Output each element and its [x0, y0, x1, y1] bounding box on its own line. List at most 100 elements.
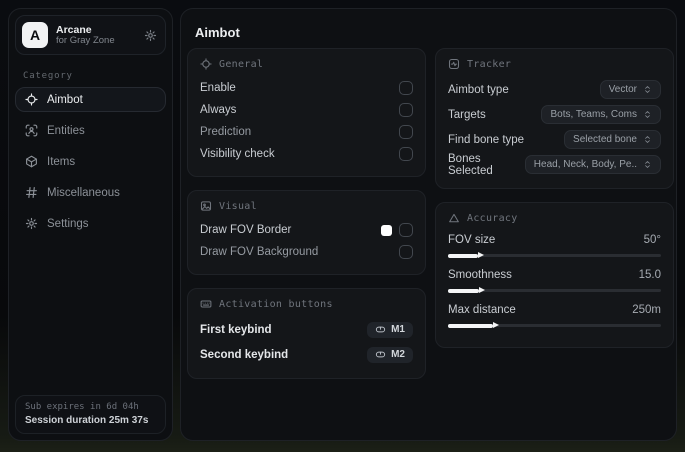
slider-fill [448, 287, 485, 293]
session-duration-text: Session duration 25m 37s [25, 415, 149, 426]
sub-expiry-text: Sub expires in 6d 04h [25, 402, 139, 412]
second-keybind-button[interactable]: M2 [367, 346, 413, 363]
dropdown-row: Targets Bots, Teams, Coms [448, 102, 661, 127]
setting-row: Draw FOV Background [200, 241, 413, 263]
brand-name: Arcane [56, 23, 92, 36]
setting-row: Prediction [200, 121, 413, 143]
enable-checkbox[interactable] [399, 81, 413, 95]
slider-label: Max distance [448, 304, 516, 316]
draw-fov-background-checkbox[interactable] [399, 245, 413, 259]
slider-label: Smoothness [448, 269, 512, 281]
sidebar-item-label: Miscellaneous [47, 186, 120, 199]
sidebar-item-label: Entities [47, 124, 85, 137]
gear-icon [25, 217, 38, 230]
section-title: Activation buttons [219, 298, 333, 310]
activation-buttons-card: Activation buttons First keybind M1 Seco… [187, 288, 426, 379]
section-title: Visual [219, 200, 257, 212]
screen: A Arcane for Gray Zone Category Aimbot E… [0, 0, 685, 452]
slider-label: FOV size [448, 234, 496, 246]
setting-label: Prediction [200, 126, 252, 138]
content-columns: General Enable Always Prediction Visibil… [187, 48, 674, 392]
slider-thumb[interactable] [478, 287, 485, 293]
brand-text: Arcane for Gray Zone [56, 24, 136, 47]
right-column: Tracker Aimbot type Vector Targets Bots,… [435, 48, 674, 392]
targets-select[interactable]: Bots, Teams, Coms [541, 105, 661, 124]
visibility-check-checkbox[interactable] [399, 147, 413, 161]
always-checkbox[interactable] [399, 103, 413, 117]
keyboard-icon [200, 298, 212, 310]
mouse-icon [375, 324, 386, 335]
aimbot-type-select[interactable]: Vector [599, 80, 661, 99]
triangle-icon [448, 212, 460, 224]
entities-scan-icon [25, 124, 38, 137]
setting-row: Draw FOV Border [200, 219, 413, 241]
cube-icon [25, 155, 38, 168]
setting-label: Enable [200, 82, 236, 94]
setting-label: Draw FOV Border [200, 224, 292, 236]
first-keybind-button[interactable]: M1 [367, 321, 413, 338]
dropdown-label: Targets [448, 108, 486, 121]
chevron-up-down-icon [643, 110, 652, 119]
slider-value: 250m [632, 304, 661, 316]
activity-icon [448, 58, 460, 70]
slider-thumb[interactable] [492, 322, 499, 328]
tracker-card: Tracker Aimbot type Vector Targets Bots,… [435, 48, 674, 189]
prediction-checkbox[interactable] [399, 125, 413, 139]
dropdown-row: Bones Selected Head, Neck, Body, Pe.. [448, 152, 661, 177]
keybind-row: Second keybind M2 [200, 342, 413, 367]
sidebar-item-miscellaneous[interactable]: Miscellaneous [15, 180, 166, 205]
gear-icon[interactable] [144, 29, 157, 42]
left-column: General Enable Always Prediction Visibil… [187, 48, 426, 392]
slider-row: Max distance 250m [448, 301, 661, 328]
general-card: General Enable Always Prediction Visibil… [187, 48, 426, 177]
general-header: General [200, 58, 413, 70]
select-value: Vector [608, 84, 637, 95]
sidebar-item-label: Items [47, 155, 76, 168]
setting-label: Draw FOV Background [200, 246, 319, 258]
crosshair-icon [200, 58, 212, 70]
dropdown-label: Bones Selected [448, 152, 493, 177]
keybind-value: M2 [391, 349, 405, 360]
sidebar-nav: Aimbot Entities Items Miscellaneous Sett… [9, 87, 172, 236]
sidebar-item-items[interactable]: Items [15, 149, 166, 174]
brand-logo: A [22, 22, 48, 48]
setting-row: Enable [200, 77, 413, 99]
find-bone-type-select[interactable]: Selected bone [564, 130, 661, 149]
chevron-up-down-icon [643, 85, 652, 94]
fov-size-slider[interactable] [448, 252, 661, 258]
section-title: Tracker [467, 58, 512, 70]
subscription-info-card: Sub expires in 6d 04h Session duration 2… [15, 395, 166, 434]
brand-card: A Arcane for Gray Zone [15, 15, 166, 55]
activation-header: Activation buttons [200, 298, 413, 310]
mouse-icon [375, 349, 386, 360]
keybind-label: First keybind [200, 323, 272, 336]
dropdown-label: Find bone type [448, 133, 525, 146]
max-distance-slider[interactable] [448, 322, 661, 328]
tracker-header: Tracker [448, 58, 661, 70]
brand-subtitle: for Gray Zone [56, 34, 115, 46]
category-label: Category [23, 71, 73, 81]
slider-value: 15.0 [638, 269, 661, 281]
select-value: Head, Neck, Body, Pe.. [533, 159, 637, 170]
dropdown-label: Aimbot type [448, 83, 509, 96]
sidebar: A Arcane for Gray Zone Category Aimbot E… [8, 8, 173, 441]
sidebar-item-aimbot[interactable]: Aimbot [15, 87, 166, 112]
draw-fov-border-checkbox[interactable] [399, 223, 413, 237]
sidebar-item-label: Aimbot [47, 93, 83, 106]
bones-selected-select[interactable]: Head, Neck, Body, Pe.. [524, 155, 661, 174]
setting-label: Visibility check [200, 148, 275, 160]
chevron-up-down-icon [643, 160, 652, 169]
dropdown-row: Find bone type Selected bone [448, 127, 661, 152]
slider-thumb[interactable] [477, 252, 484, 258]
hash-icon [25, 186, 38, 199]
sidebar-item-entities[interactable]: Entities [15, 118, 166, 143]
visual-header: Visual [200, 200, 413, 212]
slider-row: FOV size 50° [448, 231, 661, 258]
dropdown-row: Aimbot type Vector [448, 77, 661, 102]
color-swatch[interactable] [381, 224, 392, 236]
sidebar-item-settings[interactable]: Settings [15, 211, 166, 236]
setting-label: Always [200, 104, 237, 116]
setting-row: Always [200, 99, 413, 121]
smoothness-slider[interactable] [448, 287, 661, 293]
setting-row: Visibility check [200, 143, 413, 165]
